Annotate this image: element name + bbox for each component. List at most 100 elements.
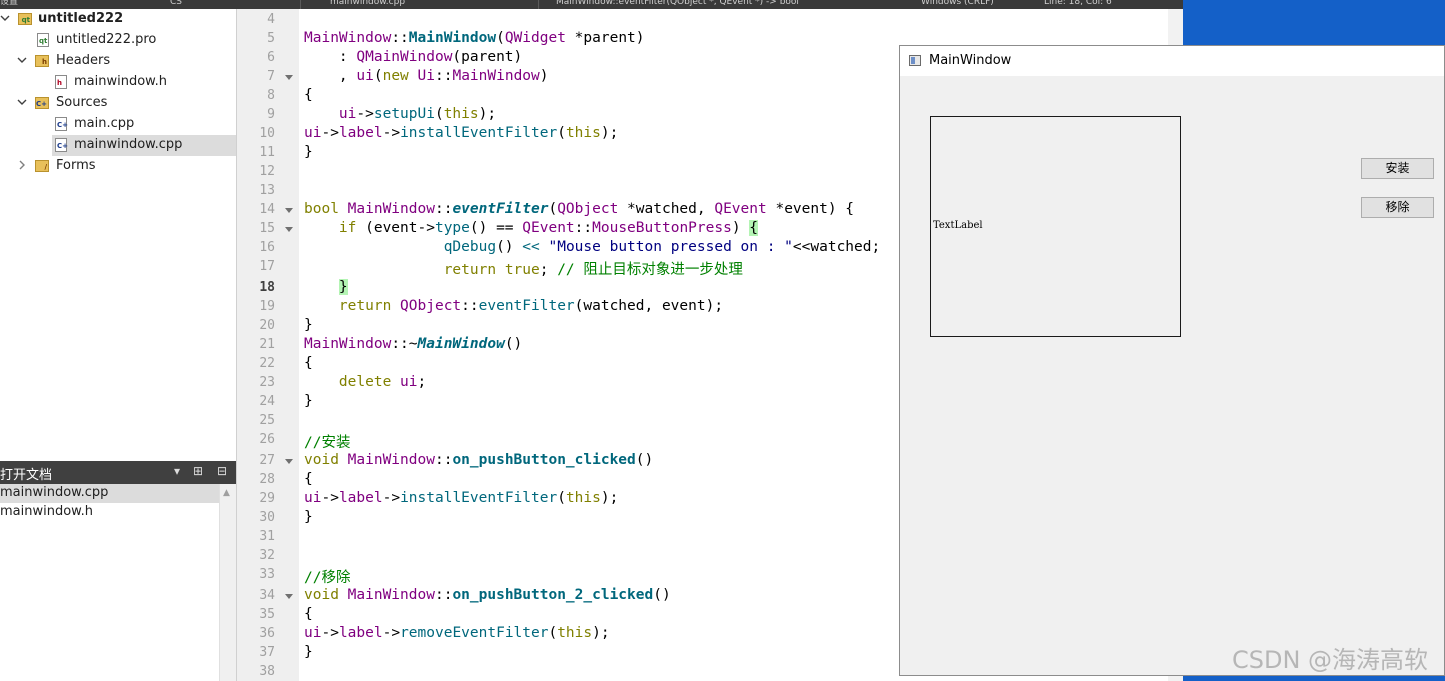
open-documents-scrollbar[interactable]: ▲ <box>219 484 236 681</box>
close-panel-icon[interactable]: ⊟ <box>217 464 227 478</box>
line-number: 15 <box>259 221 275 236</box>
line-number: 25 <box>259 413 275 428</box>
headers-folder-icon: h <box>35 55 49 67</box>
fold-toggle-icon[interactable] <box>284 592 294 602</box>
code-line-28: { <box>304 471 313 487</box>
toolbar-settings-label[interactable]: 设置 <box>0 0 18 9</box>
scroll-up-icon[interactable]: ▲ <box>223 488 230 498</box>
code-line-29: ui->label->installEventFilter(this); <box>304 490 619 506</box>
tree-item-mainwindow-h[interactable]: h mainwindow.h <box>0 72 236 93</box>
tree-item-headers[interactable]: h Headers <box>0 51 236 72</box>
fold-toggle-icon[interactable] <box>284 206 294 216</box>
line-number: 21 <box>259 337 275 352</box>
line-number: 35 <box>259 607 275 622</box>
code-line-11: } <box>304 144 313 160</box>
code-line-22: { <box>304 355 313 371</box>
install-button[interactable]: 安装 <box>1361 158 1434 179</box>
line-number: 16 <box>259 240 275 255</box>
ide-top-strip: 设置 CS mainwindow.cpp MainWindow::eventFi… <box>0 0 1183 9</box>
open-document-item[interactable]: mainwindow.h <box>0 503 219 522</box>
line-number: 32 <box>259 548 275 563</box>
code-line-15: if (event->type() == QEvent::MouseButton… <box>338 220 759 236</box>
remove-button[interactable]: 移除 <box>1361 197 1434 218</box>
open-documents-title: 打开文档 <box>0 468 53 483</box>
line-number: 8 <box>267 88 275 103</box>
line-number: 37 <box>259 645 275 660</box>
open-document-label: mainwindow.h <box>0 504 93 519</box>
line-number: 5 <box>267 31 275 46</box>
code-line-10: ui->label->installEventFilter(this); <box>304 125 619 141</box>
sources-folder-icon: C+ <box>35 97 49 109</box>
line-number: 19 <box>259 299 275 314</box>
code-line-17: return true; // 阻止目标对象进一步处理 <box>443 262 743 278</box>
code-line-6: : QMainWindow(parent) <box>304 49 523 65</box>
editor-file-tab[interactable]: mainwindow.cpp <box>330 0 405 9</box>
pro-file-icon: qt <box>37 33 49 47</box>
code-line-26: //安装 <box>304 435 351 451</box>
line-number: 17 <box>259 259 275 274</box>
line-number: 18 <box>259 280 275 295</box>
code-line-5: MainWindow::MainWindow(QWidget *parent) <box>304 30 645 46</box>
line-number: 9 <box>267 107 275 122</box>
open-documents-header: 打开文档 ▾ ⊞ ⊟ <box>0 461 236 484</box>
fold-toggle-icon[interactable] <box>284 457 294 467</box>
tree-item-label: Sources <box>56 95 108 110</box>
watermark: CSDN @海涛高软 <box>1232 646 1429 674</box>
tree-item-label: untitled222 <box>38 11 124 26</box>
line-number: 29 <box>259 491 275 506</box>
line-number: 38 <box>259 664 275 679</box>
line-number: 14 <box>259 202 275 217</box>
cursor-position-label: Line: 18, Col: 6 <box>1044 0 1112 7</box>
tree-item-forms[interactable]: / Forms <box>0 156 236 177</box>
qt-project-folder-icon: qt <box>18 13 32 25</box>
dropdown-arrow-icon[interactable]: ▾ <box>174 464 180 478</box>
mainwindow-app[interactable]: MainWindow TextLabel 安装 移除 <box>899 45 1445 676</box>
code-line-18: } <box>338 279 348 295</box>
cpp-file-icon: C+ <box>55 138 68 152</box>
code-line-27: void MainWindow::on_pushButton_clicked() <box>304 452 654 468</box>
app-titlebar[interactable]: MainWindow <box>900 46 1444 76</box>
text-label-widget[interactable]: TextLabel <box>930 116 1181 337</box>
forms-folder-icon: / <box>35 160 49 172</box>
tree-item-project[interactable]: qt untitled222 <box>0 9 236 30</box>
line-number: 31 <box>259 529 275 544</box>
tree-item-label: mainwindow.cpp <box>74 137 183 152</box>
chevron-down-icon[interactable] <box>17 55 27 65</box>
fold-toggle-icon[interactable] <box>284 73 294 83</box>
line-number: 36 <box>259 626 275 641</box>
tree-item-label: Forms <box>56 158 96 173</box>
line-number: 26 <box>259 432 275 447</box>
open-document-item[interactable]: mainwindow.cpp <box>0 484 219 503</box>
tree-item-label: mainwindow.h <box>74 74 167 89</box>
line-number: 20 <box>259 318 275 333</box>
code-line-35: { <box>304 606 313 622</box>
tree-item-pro-file[interactable]: qt untitled222.pro <box>0 30 236 51</box>
window-icon <box>909 55 921 66</box>
chevron-down-icon[interactable] <box>0 13 10 23</box>
tree-item-mainwindow-cpp[interactable]: C+ mainwindow.cpp <box>52 135 236 156</box>
code-line-33: //移除 <box>304 570 351 586</box>
tree-item-main-cpp[interactable]: C+ main.cpp <box>0 114 236 135</box>
code-line-21: MainWindow::~MainWindow() <box>304 336 523 352</box>
line-number: 11 <box>259 145 275 160</box>
split-panel-icon[interactable]: ⊞ <box>193 464 203 478</box>
line-number: 28 <box>259 472 275 487</box>
line-number: 24 <box>259 394 275 409</box>
line-ending-selector[interactable]: Windows (CRLF) <box>921 0 994 9</box>
chevron-right-icon[interactable] <box>17 160 27 170</box>
fold-toggle-icon[interactable] <box>284 225 294 235</box>
line-number: 6 <box>267 50 275 65</box>
tree-item-sources[interactable]: C+ Sources <box>0 93 236 114</box>
code-line-37: } <box>304 644 313 660</box>
line-number: 4 <box>267 12 275 27</box>
chevron-down-icon[interactable] <box>17 97 27 107</box>
code-line-9: ui->setupUi(this); <box>338 106 497 122</box>
toolbar-cs-label[interactable]: CS <box>170 0 182 9</box>
code-line-34: void MainWindow::on_pushButton_2_clicked… <box>304 587 671 603</box>
app-window-title: MainWindow <box>929 53 1012 68</box>
function-selector[interactable]: MainWindow::eventFilter(QObject *, QEven… <box>556 0 799 9</box>
line-number: 13 <box>259 183 275 198</box>
tree-item-label: main.cpp <box>74 116 135 131</box>
code-line-14: bool MainWindow::eventFilter(QObject *wa… <box>304 201 855 217</box>
cpp-file-icon: C+ <box>55 117 68 131</box>
